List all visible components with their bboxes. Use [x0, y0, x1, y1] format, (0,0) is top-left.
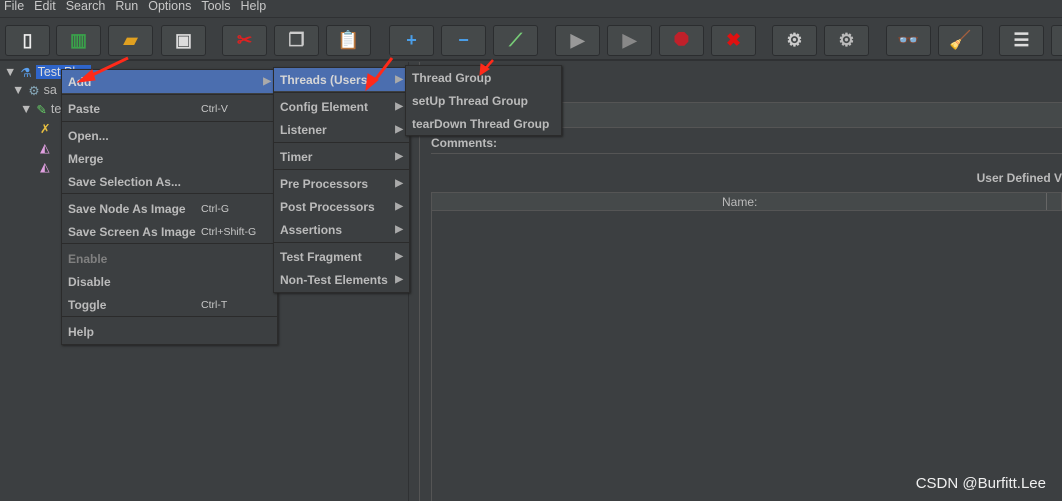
annotation-arrows: [76, 56, 494, 92]
watermark: CSDN @Burfitt.Lee: [915, 475, 1046, 492]
arrow-head: [76, 69, 96, 83]
